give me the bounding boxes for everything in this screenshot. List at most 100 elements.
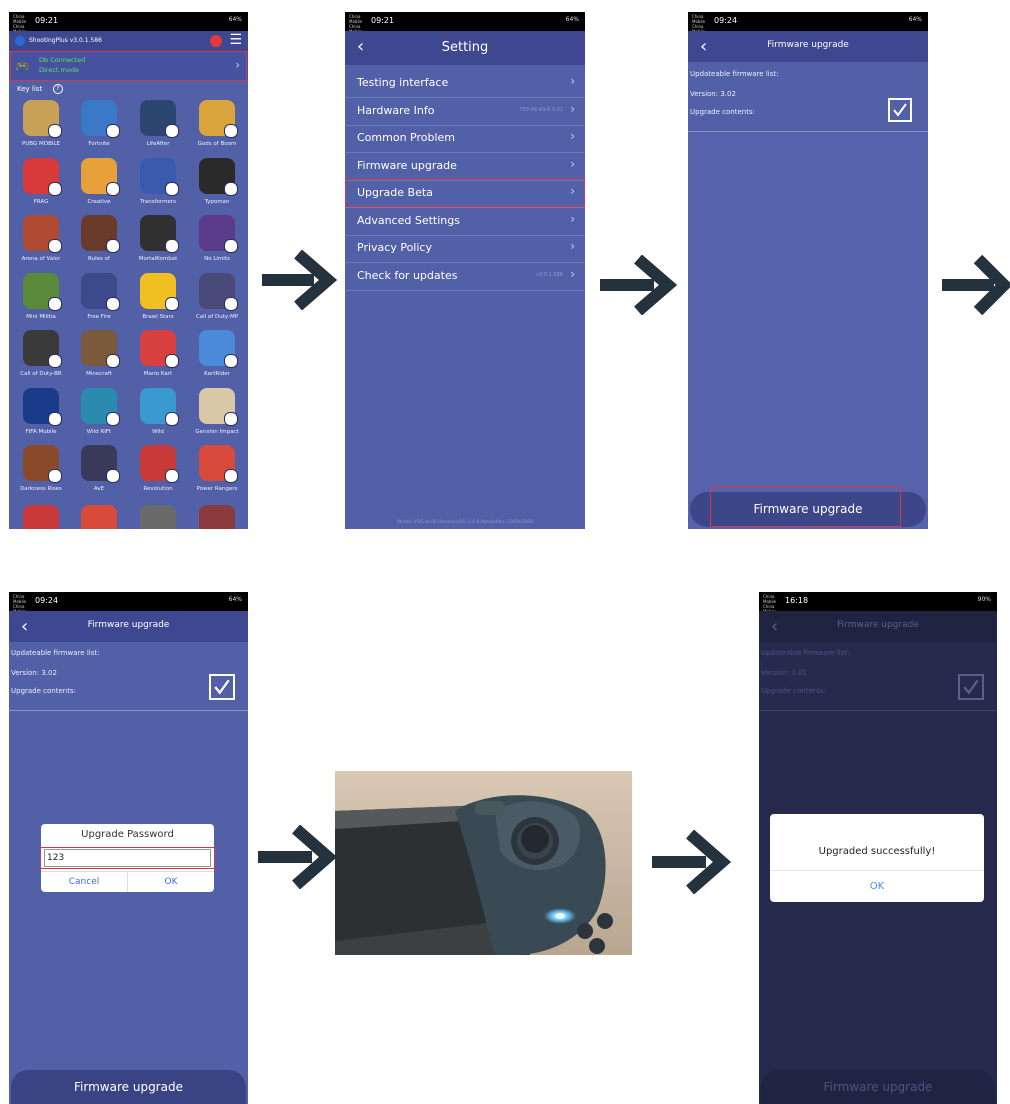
- settings-item-value: v3.0.1.586: [536, 271, 563, 278]
- game-badge-icon: [165, 354, 179, 368]
- game-tile[interactable]: Mini Militia: [13, 272, 69, 320]
- settings-item-label: Firmware upgrade: [357, 158, 457, 172]
- game-tile[interactable]: KartRider: [189, 330, 245, 377]
- settings-item[interactable]: Common Problem ›: [345, 125, 585, 153]
- game-badge-icon: [224, 124, 238, 138]
- arrow-right-icon: [258, 825, 338, 889]
- cancel-button[interactable]: Cancel: [41, 872, 127, 892]
- battery-text: 64%: [908, 16, 922, 23]
- game-tile[interactable]: AvE: [71, 445, 127, 492]
- game-tile[interactable]: LifeAfter: [130, 100, 186, 147]
- game-icon: [23, 445, 62, 483]
- game-label: Minecraft: [86, 371, 112, 377]
- firmware-header: ‹ Firmware upgrade: [759, 611, 997, 642]
- game-label: Gods of Boom: [197, 141, 237, 147]
- game-badge-icon: [106, 124, 120, 138]
- screen-success: China Mobile China Mobile 16:18 90% ‹ Fi…: [759, 592, 997, 1104]
- game-tile[interactable]: PUBG MOBILE: [13, 100, 69, 147]
- game-tile[interactable]: Call of Duty-MP: [189, 272, 245, 320]
- ok-button[interactable]: OK: [770, 871, 984, 902]
- menu-icon[interactable]: ☰: [229, 33, 242, 47]
- game-tile[interactable]: Call of Duty-BR: [13, 330, 69, 377]
- settings-item[interactable]: Advanced Settings ›: [345, 208, 585, 236]
- game-badge-icon: [48, 354, 62, 368]
- firmware-checkbox[interactable]: [209, 674, 235, 700]
- firmware-upgrade-button[interactable]: Firmware upgrade: [11, 1070, 246, 1104]
- game-icon[interactable]: [81, 505, 117, 529]
- game-tile[interactable]: Free Fire: [71, 272, 127, 320]
- game-badge-icon: [106, 469, 120, 483]
- game-tile[interactable]: Fortnite: [71, 100, 127, 147]
- game-badge-icon: [48, 124, 62, 138]
- settings-item[interactable]: Firmware upgrade ›: [345, 153, 585, 181]
- firmware-checkbox[interactable]: [888, 98, 912, 122]
- game-badge-icon: [224, 239, 238, 253]
- chevron-right-icon: ›: [570, 156, 575, 171]
- game-icon: [140, 215, 179, 253]
- game-icon[interactable]: [199, 505, 235, 529]
- settings-item[interactable]: Privacy Policy ›: [345, 235, 585, 263]
- game-icon: [140, 330, 179, 368]
- game-tile[interactable]: Power Rangers: [189, 445, 245, 492]
- settings-item[interactable]: Hardware Info 7E9-06-43-6 3.01 ›: [345, 98, 585, 126]
- game-icon: [81, 100, 120, 138]
- upgrade-contents-label: Upgrade contents:: [690, 108, 755, 116]
- game-badge-icon: [48, 181, 62, 196]
- notification-icon[interactable]: [210, 35, 222, 47]
- game-icon: [23, 100, 62, 138]
- ok-button[interactable]: OK: [128, 872, 214, 892]
- page-title: Firmware upgrade: [87, 620, 170, 630]
- battery-text: 64%: [228, 596, 242, 603]
- game-label: Mario Kart: [143, 371, 173, 377]
- game-badge-icon: [48, 469, 62, 483]
- game-icon: [140, 387, 179, 426]
- game-badge-icon: [106, 181, 120, 196]
- game-badge-icon: [48, 296, 62, 311]
- game-tile[interactable]: Wild: [130, 387, 186, 435]
- settings-item[interactable]: Testing interface ›: [345, 70, 585, 98]
- game-icon[interactable]: [23, 505, 59, 529]
- game-tile[interactable]: Arena of Valor: [13, 215, 69, 262]
- game-badge-icon: [224, 411, 238, 426]
- game-icon: [23, 157, 62, 196]
- settings-item-label: Privacy Policy: [357, 241, 432, 254]
- game-tile[interactable]: Minecraft: [71, 330, 127, 377]
- game-tile[interactable]: Mario Kart: [130, 330, 186, 377]
- game-badge-icon: [106, 239, 120, 253]
- game-label: Power Rangers: [196, 486, 238, 492]
- game-tile[interactable]: MortalKombat: [130, 215, 186, 262]
- game-tile[interactable]: FIFA Mobile: [13, 387, 69, 435]
- game-tile[interactable]: Wild RIFt: [71, 387, 127, 435]
- game-icon: [23, 272, 62, 311]
- game-icon: [199, 330, 238, 368]
- game-icon: [81, 272, 120, 311]
- game-tile[interactable]: Creative: [71, 157, 127, 205]
- firmware-upgrade-button[interactable]: Firmware upgrade: [761, 1070, 995, 1104]
- game-tile[interactable]: Genshin Impact: [189, 387, 245, 435]
- chevron-right-icon: ›: [570, 74, 575, 88]
- settings-item-label: Testing interface: [357, 76, 449, 89]
- game-tile[interactable]: Typoman: [189, 157, 245, 205]
- game-tile[interactable]: Transformers: [130, 157, 186, 205]
- firmware-checkbox[interactable]: [958, 674, 984, 700]
- game-icon[interactable]: [140, 505, 176, 529]
- game-badge-icon: [165, 296, 179, 311]
- highlight-box: [40, 847, 216, 869]
- battery-text: 64%: [228, 16, 242, 23]
- game-tile[interactable]: Darkness Rises: [13, 445, 69, 492]
- app-title: ShootingPlus v3.0.1.586: [29, 37, 102, 44]
- game-icon: [23, 387, 62, 426]
- game-tile[interactable]: Revolution: [130, 445, 186, 492]
- game-tile[interactable]: FRAG: [13, 157, 69, 205]
- chevron-right-icon: ›: [570, 239, 575, 253]
- game-tile[interactable]: Brawl Stars: [130, 272, 186, 320]
- game-tile[interactable]: Rules of: [71, 215, 127, 262]
- highlight-box: [345, 178, 585, 207]
- settings-item[interactable]: Check for updates v3.0.1.586 ›: [345, 263, 585, 291]
- chevron-right-icon: ›: [570, 129, 575, 143]
- help-icon[interactable]: ?: [53, 84, 63, 94]
- divider: [759, 710, 997, 711]
- game-tile[interactable]: No Limits: [189, 215, 245, 262]
- game-tile[interactable]: Gods of Boom: [189, 100, 245, 147]
- game-badge-icon: [106, 296, 120, 311]
